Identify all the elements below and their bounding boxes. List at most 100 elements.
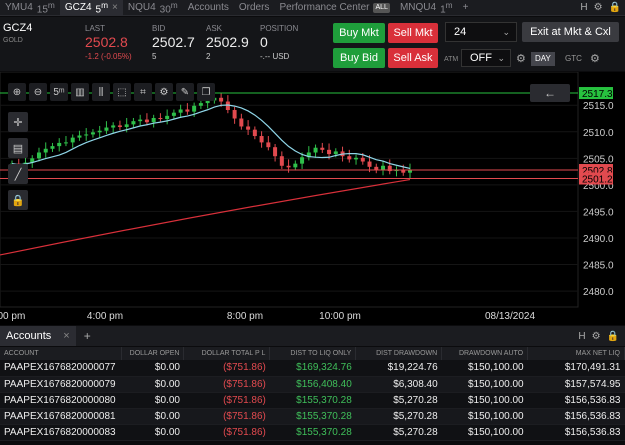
gear-icon[interactable]: ⚙ — [155, 83, 173, 101]
gear-icon[interactable]: ⚙ — [592, 331, 601, 342]
draw-icon[interactable]: ✎ — [176, 83, 194, 101]
lock-icon[interactable]: 🔒 — [609, 2, 621, 13]
timeframe-button[interactable]: 5ᵐ — [50, 83, 68, 101]
buy-bid-button[interactable]: Buy Bid — [333, 48, 385, 68]
chevron-down-icon: ⌄ — [502, 27, 510, 37]
tab-orders[interactable]: Orders — [234, 0, 275, 16]
gear-icon[interactable]: ⚙ — [516, 52, 526, 65]
tab-accounts-panel[interactable]: Accounts × — [0, 326, 76, 346]
select-icon[interactable]: ⬚ — [113, 83, 131, 101]
position-pnl: -.-- USD — [260, 52, 290, 61]
price-chart[interactable]: 2515.0 2510.0 2505.0 2500.0 2495.0 2490.0 2485… — [0, 71, 625, 325]
table-cell: $19,224.76 — [355, 360, 442, 377]
tif-day-toggle[interactable]: DAY — [531, 52, 555, 66]
column-header[interactable]: MAX NET LIQ — [527, 347, 625, 360]
chart-svg: 2515.02510.02505.02500.02495.02490.02485… — [0, 71, 614, 322]
column-header[interactable]: ACCOUNT — [0, 347, 123, 360]
table-cell: PAAPEX1676820000080 — [0, 392, 122, 409]
column-header[interactable]: DRAWDOWN AUTO — [441, 347, 529, 360]
accounts-table: ACCOUNT DOLLAR OPEN DOLLAR TOTAL P L DIS… — [0, 347, 625, 441]
candles-icon[interactable]: ▥ — [71, 83, 89, 101]
buy-mkt-button[interactable]: Buy Mkt — [333, 23, 385, 43]
table-cell: ($751.86) — [183, 408, 270, 425]
column-header[interactable]: DIST TO LIQ ONLY — [269, 347, 357, 360]
candle — [77, 135, 82, 138]
x-tick-label: 4:00 pm — [87, 311, 123, 322]
tab-mnqu4[interactable]: MNQU4 1m — [395, 0, 458, 16]
exit-at-mkt-cxl-button[interactable]: Exit at Mkt & Cxl — [522, 22, 619, 42]
zoom-out-icon[interactable]: ⊖ — [29, 83, 47, 101]
y-tick-label: 2505.0 — [583, 154, 614, 165]
candle — [313, 147, 318, 153]
sell-mkt-button[interactable]: Sell Mkt — [388, 23, 438, 43]
candle — [138, 119, 143, 122]
tif-gtc-toggle[interactable]: GTC — [561, 52, 586, 66]
crosshair-icon[interactable]: ⌗ — [134, 83, 152, 101]
candle — [333, 151, 338, 155]
table-row[interactable]: PAAPEX1676820000080 $0.00 ($751.86) $155,37… — [0, 392, 625, 409]
gear-icon[interactable]: ⚙ — [594, 2, 603, 13]
ask-size: 2 — [206, 52, 211, 61]
bid-label: BID — [152, 24, 166, 33]
x-tick-label: 8:00 pm — [227, 311, 263, 322]
candle — [219, 97, 224, 102]
gear-icon[interactable]: ⚙ — [590, 52, 600, 65]
back-arrow-button[interactable]: ← — [530, 84, 570, 102]
table-header-row: ACCOUNT DOLLAR OPEN DOLLAR TOTAL P L DIS… — [0, 347, 625, 360]
y-tick-label: 2485.0 — [583, 261, 614, 272]
tab-nqu4[interactable]: NQU4 30m — [123, 0, 183, 16]
table-cell: $150,100.00 — [441, 360, 528, 377]
tab-timeframe: 15m — [36, 0, 55, 16]
drawing-toolbar: ✛ ▤ ╱ 🔒 — [8, 112, 30, 210]
table-cell: $5,270.28 — [355, 392, 442, 409]
column-header[interactable]: DOLLAR TOTAL P L — [183, 347, 271, 360]
column-header[interactable]: DIST DRAWDOWN — [355, 347, 443, 360]
x-tick-label: 10:00 pm — [319, 311, 361, 322]
bid-price: 2502.7 — [152, 34, 195, 50]
add-tab-button[interactable]: + — [458, 0, 474, 16]
h-icon[interactable]: H — [578, 331, 585, 342]
quantity-input[interactable]: 24 ⌄ — [445, 22, 517, 42]
table-cell: ($751.86) — [183, 424, 270, 441]
table-cell: $6,308.40 — [355, 376, 442, 393]
price-label: 2501.2 — [582, 175, 613, 186]
layers-icon[interactable]: ❐ — [197, 83, 215, 101]
candle — [367, 161, 372, 167]
close-icon[interactable]: × — [63, 326, 69, 346]
close-icon[interactable]: × — [112, 0, 118, 16]
tab-gcz4[interactable]: GCZ4 5m × — [59, 0, 123, 16]
chevron-down-icon: ⌄ — [497, 53, 505, 63]
column-header[interactable]: DOLLAR OPEN — [121, 347, 185, 360]
lock-icon[interactable]: 🔒 — [8, 190, 28, 210]
table-row[interactable]: PAAPEX1676820000077 $0.00 ($751.86) $169,32… — [0, 360, 625, 377]
line-tool-icon[interactable]: ╱ — [8, 164, 28, 184]
table-row[interactable]: PAAPEX1676820000083 $0.00 ($751.86) $155,37… — [0, 424, 625, 441]
atm-strategy-select[interactable]: OFF ⌄ — [461, 49, 511, 67]
table-row[interactable]: PAAPEX1676820000081 $0.00 ($751.86) $155,37… — [0, 408, 625, 425]
table-row[interactable]: PAAPEX1676820000079 $0.00 ($751.86) $156,40… — [0, 376, 625, 393]
bars-icon[interactable]: ⫼ — [92, 83, 110, 101]
candle — [320, 147, 325, 150]
candle — [266, 142, 271, 148]
sell-ask-button[interactable]: Sell Ask — [388, 48, 438, 68]
candle — [347, 156, 352, 160]
zoom-in-icon[interactable]: ⊕ — [8, 83, 26, 101]
h-icon[interactable]: H — [580, 2, 587, 13]
tab-accounts[interactable]: Accounts — [183, 0, 234, 16]
tab-ymu4[interactable]: YMU4 15m — [0, 0, 60, 16]
candle — [151, 117, 156, 123]
candle — [273, 147, 278, 157]
candle — [144, 119, 149, 123]
plot-area — [0, 71, 579, 308]
tab-performance-center[interactable]: Performance Center ALL — [274, 0, 395, 16]
add-panel-button[interactable]: + — [76, 329, 99, 343]
lock-icon[interactable]: 🔒 — [607, 331, 619, 342]
last-price: 2502.8 — [85, 34, 128, 50]
candle — [63, 142, 68, 144]
tab-timeframe: 30m — [159, 0, 178, 16]
tab-symbol: NQU4 — [127, 1, 156, 13]
table-cell: $156,536.83 — [527, 408, 625, 425]
crosshair-tool-icon[interactable]: ✛ — [8, 112, 28, 132]
table-cell: $0.00 — [121, 392, 184, 409]
notes-icon[interactable]: ▤ — [8, 138, 28, 158]
